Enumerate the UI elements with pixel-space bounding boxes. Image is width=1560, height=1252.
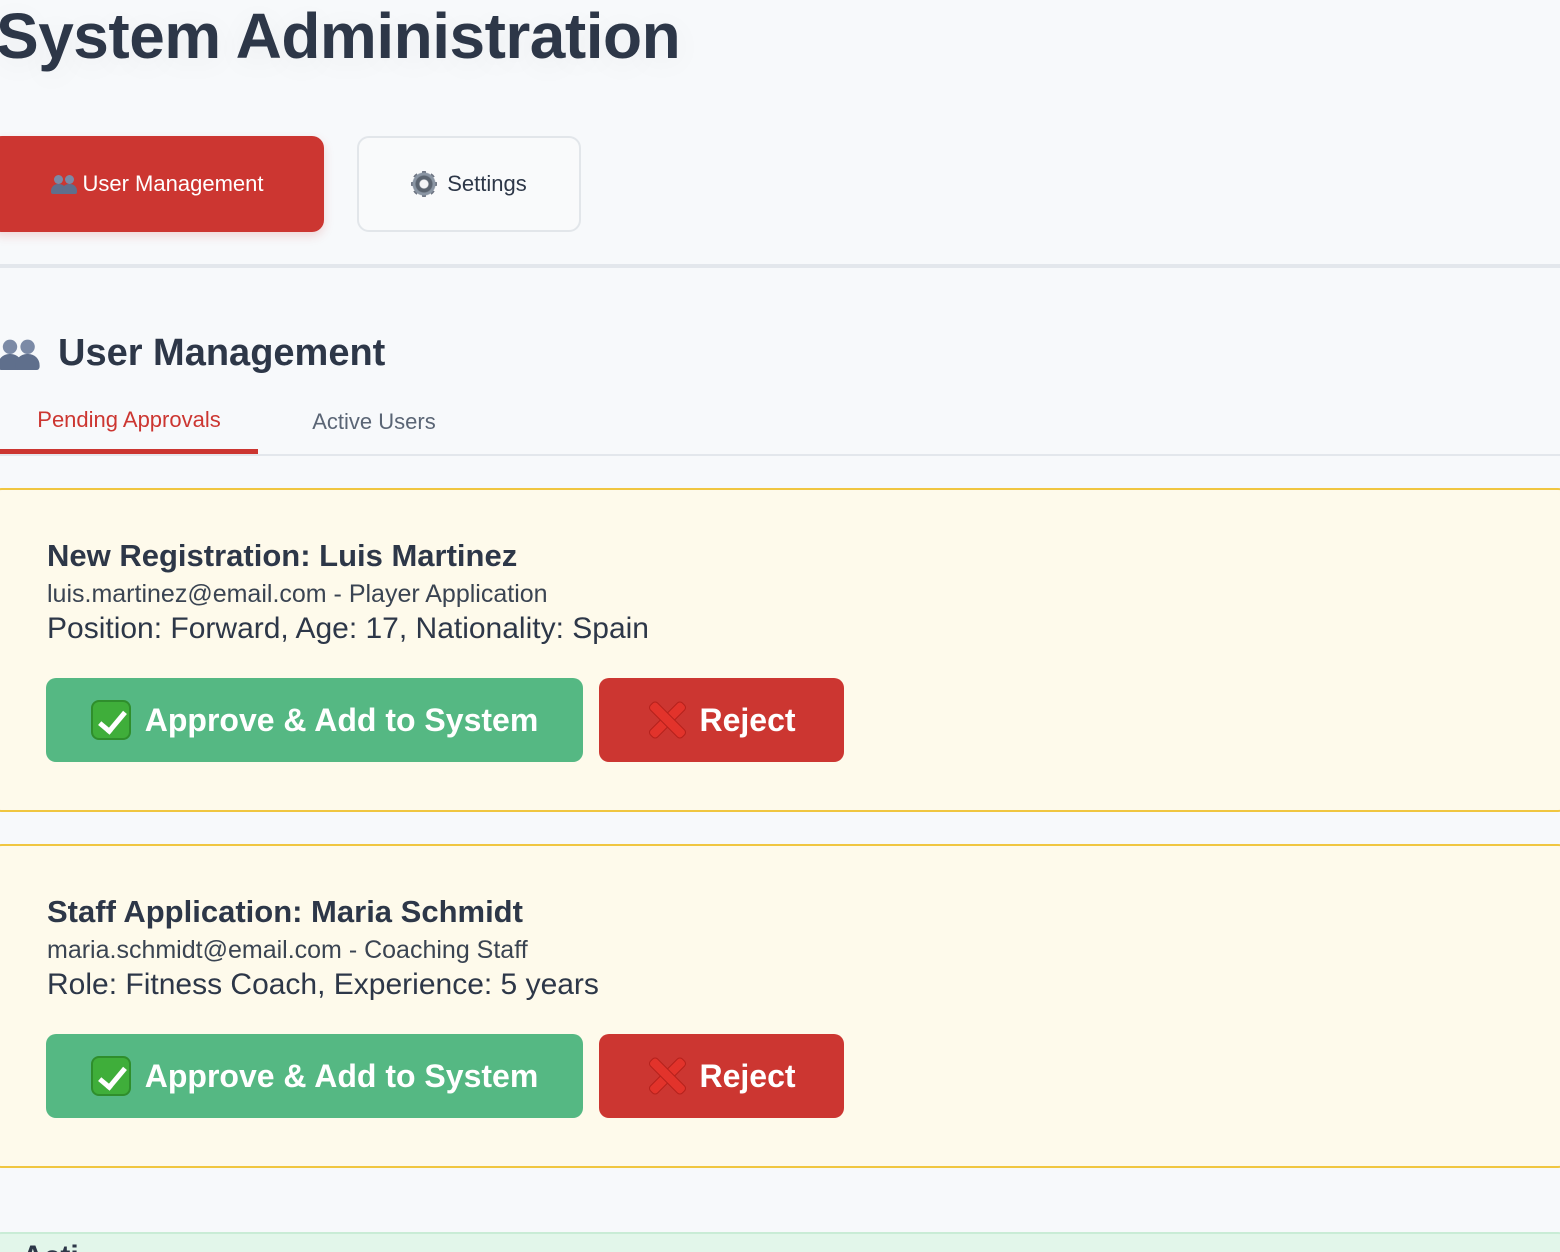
page-title: System Administration [0, 0, 681, 72]
section-title-label: User Management [58, 332, 386, 374]
tab-pending-approvals[interactable]: Pending Approvals [0, 390, 258, 454]
reject-label: Reject [699, 1057, 796, 1094]
cross-icon [647, 700, 687, 740]
card-detail: Role: Fitness Coach, Experience: 5 years [47, 968, 599, 1001]
tab-bar: Pending Approvals Active Users [0, 390, 1560, 456]
check-icon [90, 1056, 131, 1096]
nav-settings-label: Settings [447, 171, 527, 196]
approve-button[interactable]: Approve & Add to System [46, 678, 583, 762]
gear-icon [411, 171, 438, 197]
card-title: New Registration: Luis Martinez [47, 538, 518, 573]
reject-button[interactable]: Reject [599, 1034, 844, 1118]
header-divider [0, 264, 1560, 268]
check-icon [90, 700, 131, 740]
activity-panel: Acti [0, 1232, 1560, 1252]
card-subtitle: luis.martinez@email.com - Player Applica… [47, 580, 548, 608]
pending-approval-card: Staff Application: Maria Schmidt maria.s… [0, 844, 1560, 1168]
activity-label: Acti [22, 1240, 79, 1252]
nav-user-management-label: User Management [82, 171, 264, 196]
admin-page: System Administration User Management Se… [0, 0, 1560, 1252]
card-subtitle: maria.schmidt@email.com - Coaching Staff [47, 936, 528, 964]
reject-button[interactable]: Reject [599, 678, 844, 762]
nav-settings-button[interactable]: Settings [357, 136, 581, 232]
tab-active-users[interactable]: Active Users [258, 390, 490, 454]
people-icon [0, 338, 75, 370]
approve-label: Approve & Add to System [144, 1057, 539, 1094]
people-icon [50, 174, 77, 194]
card-detail: Position: Forward, Age: 17, Nationality:… [47, 612, 649, 645]
reject-label: Reject [699, 701, 796, 738]
pending-approval-card: New Registration: Luis Martinez luis.mar… [0, 488, 1560, 812]
approve-button[interactable]: Approve & Add to System [46, 1034, 583, 1118]
nav-user-management-button[interactable]: User Management [0, 136, 324, 232]
section-title: User Management [0, 332, 385, 375]
approve-label: Approve & Add to System [144, 701, 539, 738]
card-title: Staff Application: Maria Schmidt [47, 894, 523, 929]
cross-icon [647, 1056, 687, 1096]
